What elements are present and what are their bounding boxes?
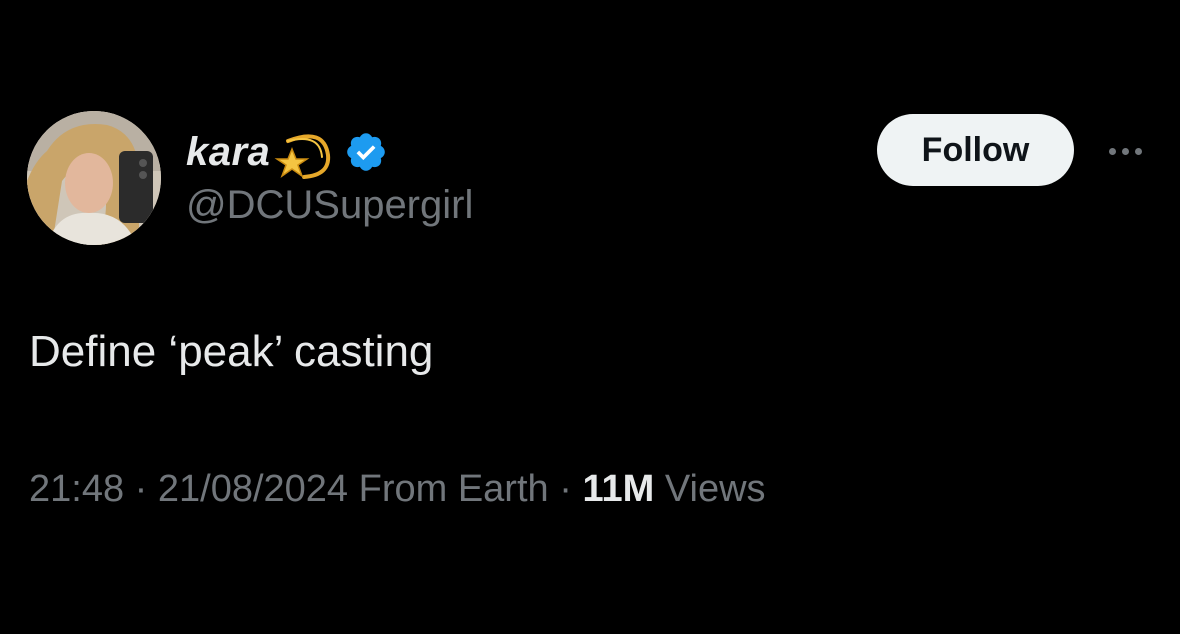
more-options-icon[interactable]: [1100, 136, 1150, 166]
author-handle[interactable]: @DCUSupergirl: [186, 183, 473, 228]
avatar[interactable]: [27, 111, 161, 245]
meta-separator: ·: [548, 468, 583, 510]
follow-button[interactable]: Follow: [877, 114, 1074, 186]
tweet-source: From Earth: [348, 468, 549, 510]
display-name[interactable]: kara: [186, 130, 270, 175]
more-dot: [1108, 147, 1116, 155]
tweet-meta: 21:48 · 21/08/2024 From Earth · 11M View…: [29, 468, 766, 511]
avatar-photo: [27, 111, 161, 245]
more-dot: [1121, 147, 1129, 155]
tweet-time[interactable]: 21:48: [29, 468, 124, 510]
more-dot: [1134, 147, 1142, 155]
verified-badge-icon[interactable]: [344, 130, 388, 174]
tweet-text: Define ‘peak’ casting: [29, 327, 434, 376]
author-name-row: kara: [186, 122, 388, 182]
views-count[interactable]: 11M: [582, 468, 654, 510]
dizzy-comet-emoji-icon: [274, 131, 332, 181]
meta-separator: ·: [124, 468, 158, 510]
views-label: Views: [654, 468, 766, 510]
tweet-date[interactable]: 21/08/2024: [158, 468, 348, 510]
